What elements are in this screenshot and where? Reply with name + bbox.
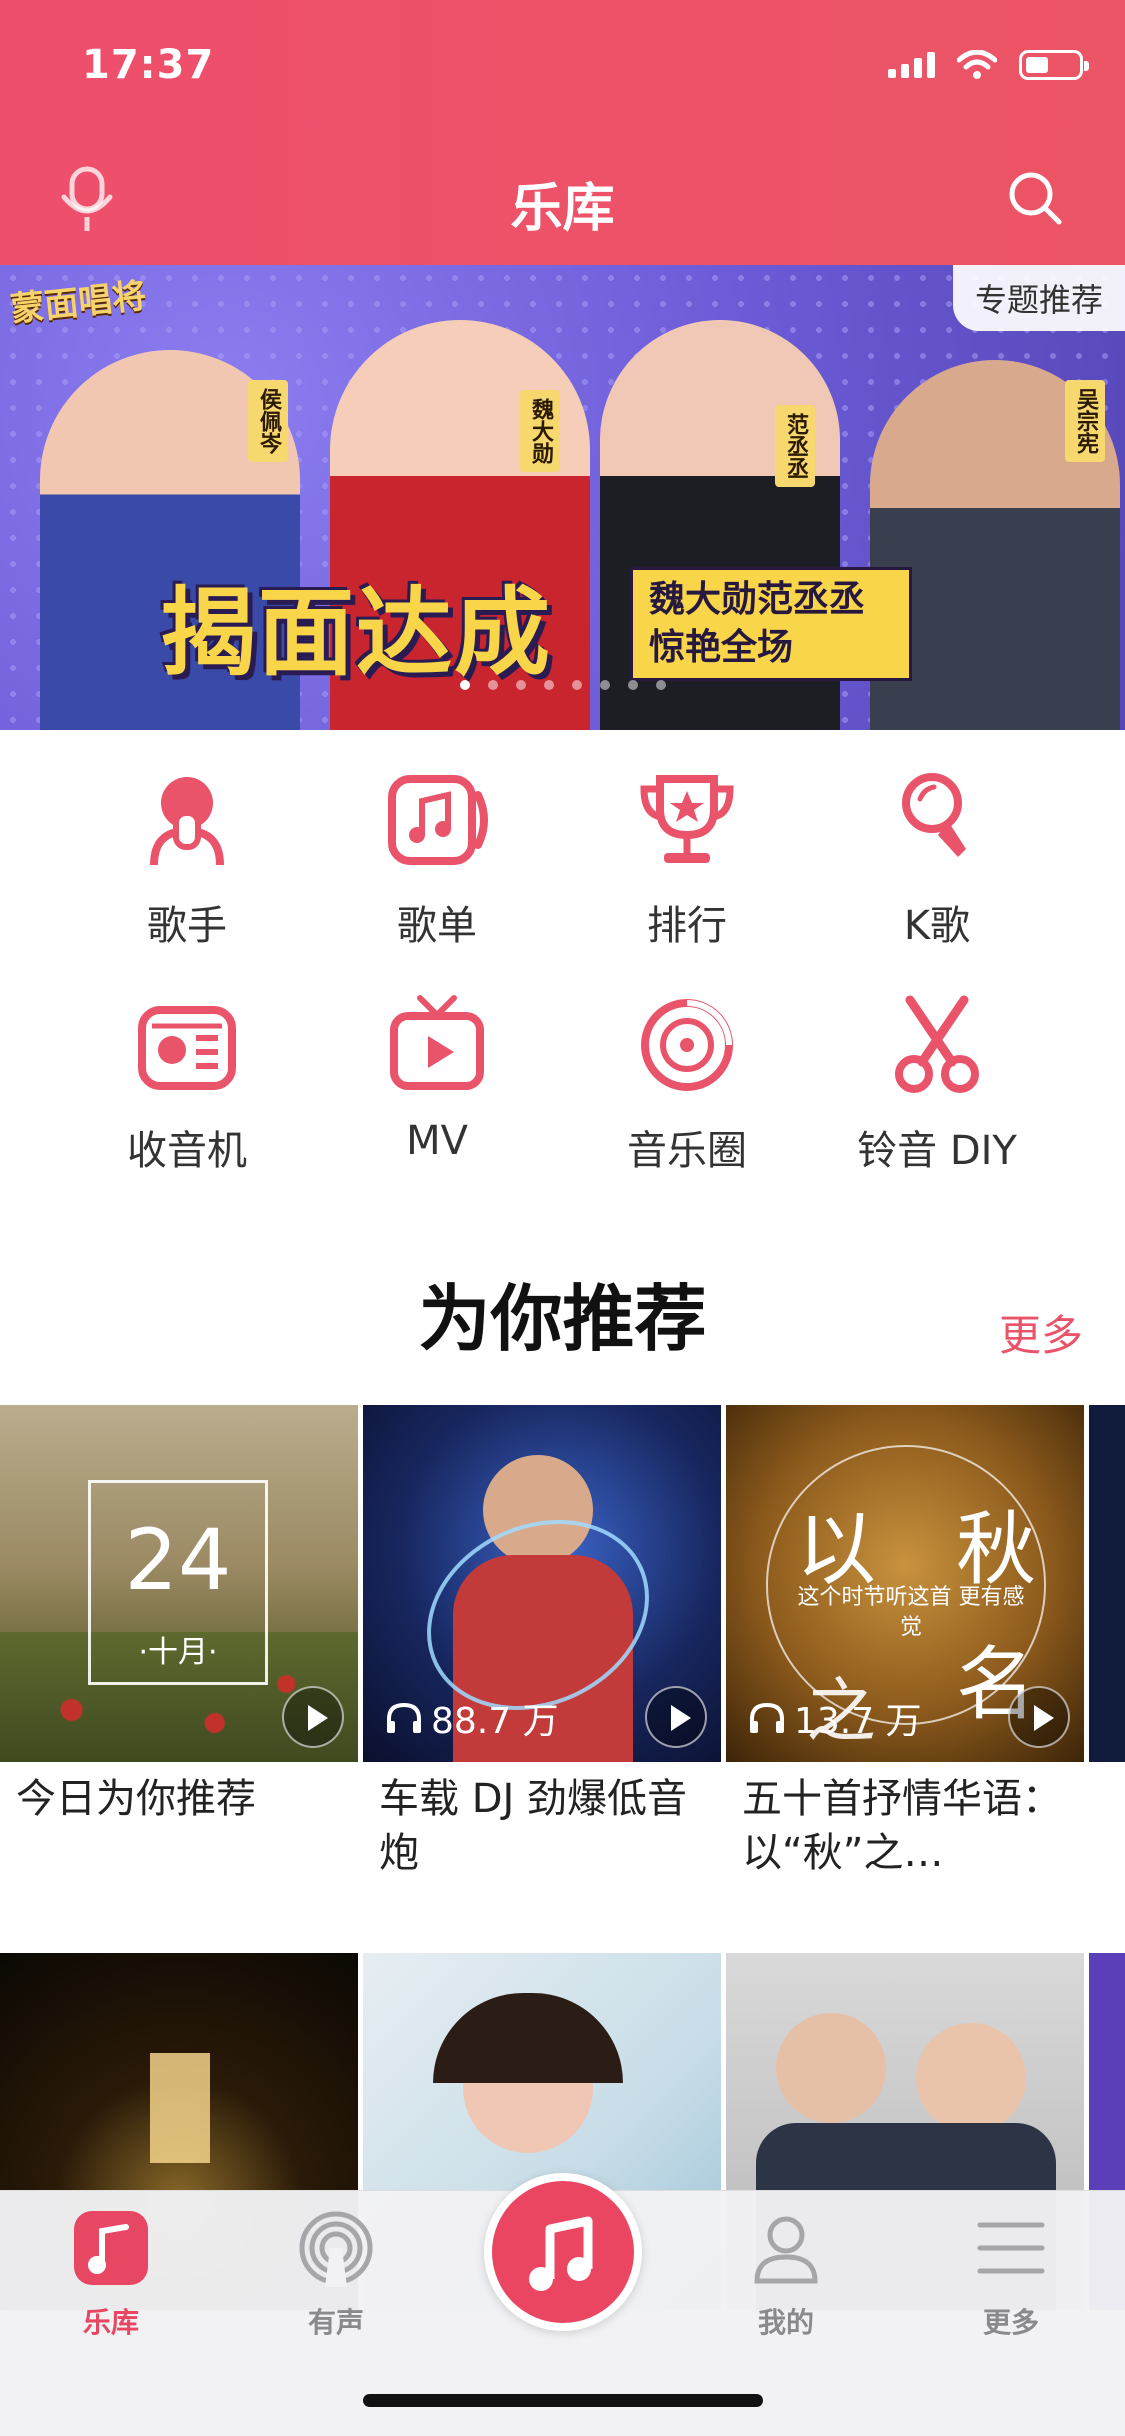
featured-banner[interactable]: 蒙面唱将 侯佩岑 魏大勋 范丞丞 吴宗宪 揭面达成 魏大勋范丞丞 惊艳全场 专题… — [0, 265, 1125, 730]
tab-music-library[interactable]: 乐库 — [36, 2209, 186, 2341]
tab-mine[interactable]: 我的 — [711, 2209, 861, 2341]
headphones-icon — [387, 1702, 421, 1733]
play-icon[interactable] — [282, 1686, 344, 1748]
banner-headline: 揭面达成 — [160, 577, 552, 689]
date-day: 24 — [124, 1511, 232, 1609]
category-label: 收音机 — [127, 1128, 247, 1174]
app-header: 17:37 乐库 — [0, 0, 1125, 265]
category-label: 音乐圈 — [627, 1128, 747, 1174]
name-tag: 范丞丞 — [775, 405, 815, 487]
category-mv[interactable]: MV — [312, 990, 562, 1215]
category-singer[interactable]: 歌手 — [62, 765, 312, 990]
tab-label: 我的 — [757, 2306, 814, 2339]
status-time: 17:37 — [82, 42, 215, 88]
user-icon — [754, 2216, 818, 2284]
category-karaoke[interactable]: K歌 — [812, 765, 1062, 990]
category-label: 排行 — [647, 903, 727, 949]
karaoke-mic-icon — [902, 773, 966, 857]
card-caption: 今日为你推荐 — [16, 1776, 256, 1822]
cellular-signal-icon — [888, 52, 935, 78]
broadcast-icon — [299, 2211, 373, 2287]
music-note-icon — [529, 2216, 593, 2291]
tab-more[interactable]: 更多 — [936, 2209, 1086, 2341]
singer-icon — [150, 777, 224, 866]
playlist-icon — [388, 775, 488, 865]
tv-icon — [390, 995, 484, 1090]
card-caption: 车载 DJ 劲爆低音炮 — [379, 1776, 688, 1876]
page-title: 乐库 — [510, 179, 615, 239]
more-link[interactable]: 更多 — [999, 1302, 1083, 1363]
category-label: MV — [406, 1118, 468, 1164]
category-grid: 歌手 歌单 排行 K歌 收音机 MV 音乐圈 铃音 DIY — [0, 765, 1125, 1215]
category-label: 歌单 — [397, 903, 477, 949]
date-box: 24 ·十月· — [88, 1480, 268, 1685]
topic-tag: 专题推荐 — [952, 265, 1125, 331]
music-circle-icon — [641, 999, 733, 1091]
play-icon[interactable] — [1008, 1686, 1070, 1748]
listen-count: 88.7 万 — [385, 1692, 559, 1744]
wifi-icon — [957, 50, 997, 79]
now-playing-button[interactable] — [484, 2173, 642, 2331]
tab-label: 乐库 — [82, 2306, 139, 2339]
battery-icon — [1019, 50, 1089, 80]
category-ringtone-diy[interactable]: 铃音 DIY — [812, 990, 1062, 1215]
scissors-icon — [895, 995, 979, 1093]
category-label: 歌手 — [147, 903, 227, 949]
tab-label: 更多 — [982, 2306, 1039, 2339]
card-cover: 88.7 万 — [363, 1405, 721, 1762]
listen-count-value: 88.7 万 — [431, 1701, 559, 1742]
category-label: 铃音 DIY — [857, 1128, 1017, 1174]
category-radio[interactable]: 收音机 — [62, 990, 312, 1215]
tab-audio[interactable]: 有声 — [261, 2209, 411, 2341]
banner-subline: 魏大勋范丞丞 惊艳全场 — [630, 567, 912, 681]
radio-icon — [138, 1006, 236, 1090]
recommend-card-peek[interactable] — [1089, 1405, 1125, 1762]
recommend-card[interactable]: 88.7 万 车载 DJ 劲爆低音炮 — [363, 1405, 721, 1880]
recommend-card[interactable]: 24 ·十月· 今日为你推荐 — [0, 1405, 358, 1826]
banner-page-indicator — [0, 680, 1125, 690]
music-note-icon — [74, 2211, 148, 2285]
category-label: K歌 — [903, 903, 971, 949]
search-icon[interactable] — [1007, 170, 1063, 226]
name-tag: 吴宗宪 — [1065, 380, 1105, 462]
recommend-card[interactable]: 以 秋 这个时节听这首 更有感觉 之 名 13.7 万 五十首抒情华语：以“秋”… — [726, 1405, 1084, 1880]
category-charts[interactable]: 排行 — [562, 765, 812, 990]
name-tag: 侯佩岑 — [248, 380, 288, 462]
play-icon[interactable] — [645, 1686, 707, 1748]
recommend-list: 24 ·十月· 今日为你推荐 88.7 万 车载 DJ 劲爆低音炮 以 秋 这个… — [0, 1405, 1125, 2310]
home-indicator — [363, 2394, 763, 2407]
date-month: ·十月· — [138, 1635, 218, 1670]
menu-icon — [977, 2222, 1045, 2274]
category-playlist[interactable]: 歌单 — [312, 765, 562, 990]
status-icons — [888, 50, 1089, 80]
category-music-circle[interactable]: 音乐圈 — [562, 990, 812, 1215]
card-caption: 五十首抒情华语：以“秋”之… — [742, 1776, 1062, 1876]
headphones-icon — [750, 1702, 784, 1733]
tab-label: 有声 — [307, 2306, 364, 2339]
card-cover: 24 ·十月· — [0, 1405, 358, 1762]
trophy-icon — [640, 775, 734, 863]
card-cover: 以 秋 这个时节听这首 更有感觉 之 名 13.7 万 — [726, 1405, 1084, 1762]
section-title: 为你推荐 — [418, 1277, 707, 1361]
name-tag: 魏大勋 — [520, 390, 560, 472]
listen-count-value: 13.7 万 — [794, 1701, 922, 1742]
listen-count: 13.7 万 — [748, 1692, 922, 1744]
